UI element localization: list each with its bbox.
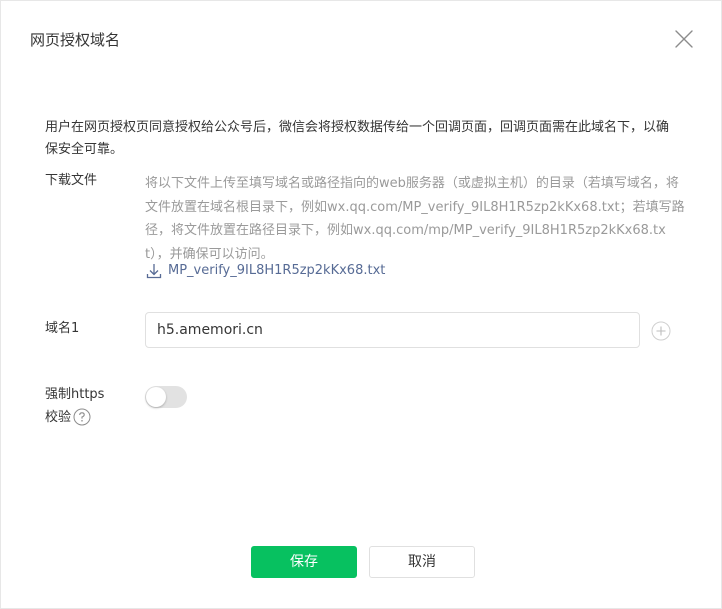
https-toggle[interactable] bbox=[145, 386, 187, 408]
download-file-link[interactable]: MP_verify_9IL8H1R5zp2kKx68.txt bbox=[145, 260, 385, 282]
domain-input[interactable] bbox=[145, 312, 640, 348]
question-circle-icon[interactable] bbox=[73, 408, 91, 426]
domain-auth-dialog: 网页授权域名 用户在网页授权页同意授权给公众号后，微信会将授权数据传给一个回调页… bbox=[0, 0, 722, 609]
toggle-knob bbox=[146, 387, 166, 407]
dialog-title: 网页授权域名 bbox=[30, 31, 121, 49]
https-check-label-line1: 强制https bbox=[45, 387, 105, 402]
dialog-description: 用户在网页授权页同意授权给公众号后，微信会将授权数据传给一个回调页面，回调页面需… bbox=[45, 120, 670, 157]
download-icon bbox=[145, 262, 163, 280]
download-file-label: 下载文件 bbox=[45, 173, 98, 188]
download-file-name: MP_verify_9IL8H1R5zp2kKx68.txt bbox=[168, 263, 386, 278]
plus-circle-icon[interactable] bbox=[651, 321, 671, 341]
domain-label: 域名1 bbox=[45, 321, 80, 336]
save-button[interactable]: 保存 bbox=[251, 546, 357, 578]
https-check-label: 强制https 校验 bbox=[45, 384, 104, 429]
https-check-label-line2: 校验 bbox=[45, 410, 72, 425]
close-icon[interactable] bbox=[673, 28, 695, 50]
cancel-button[interactable]: 取消 bbox=[369, 546, 475, 578]
download-instructions: 将以下文件上传至填写域名或路径指向的web服务器（或虚拟主机）的目录（若填写域名… bbox=[145, 176, 685, 262]
